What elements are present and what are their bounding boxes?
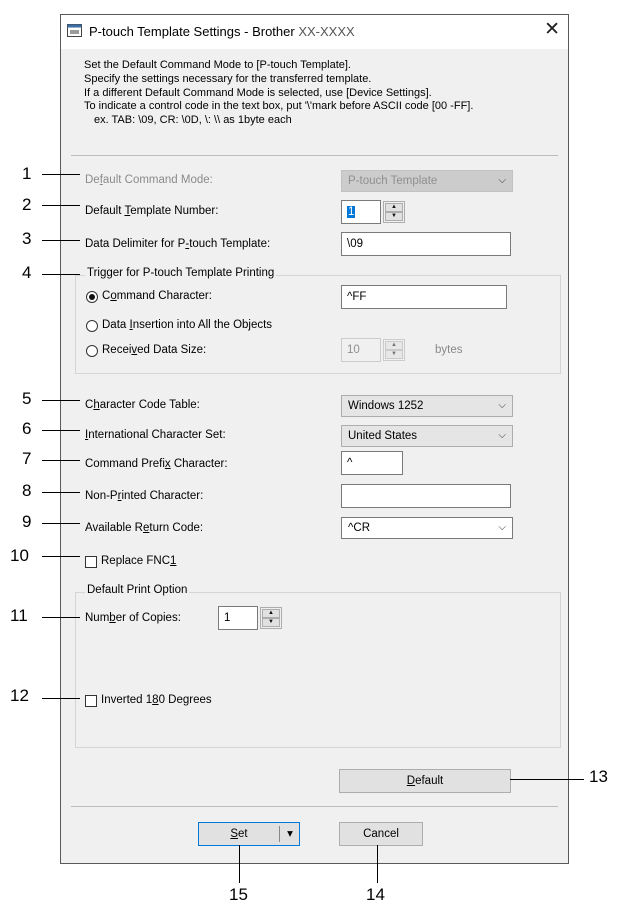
- callout-10: 10: [10, 546, 29, 565]
- spin-down-icon: ▼: [385, 350, 403, 359]
- spin-up-icon[interactable]: ▲: [262, 609, 280, 618]
- replace-fnc1-checkbox[interactable]: [85, 556, 97, 568]
- trigger-group-label: Trigger for P-touch Template Printing: [85, 267, 277, 279]
- default-command-mode-dropdown: P-touch Template ⌵: [341, 170, 513, 192]
- callout-line: [42, 460, 80, 461]
- title-bar: P-touch Template Settings - Brother XX-X…: [61, 15, 568, 49]
- printer-app-icon: [67, 24, 82, 37]
- instructions-text: Set the Default Command Mode to [P-touch…: [84, 59, 474, 127]
- callout-line: [42, 205, 80, 206]
- received-data-size-radio[interactable]: [86, 345, 98, 357]
- callout-1: 1: [22, 164, 32, 183]
- callout-line: [42, 430, 80, 431]
- callout-line: [42, 492, 80, 493]
- callout-line: [42, 400, 80, 401]
- chevron-down-icon: ⌵: [498, 522, 506, 533]
- command-character-radio[interactable]: [86, 291, 98, 303]
- ptouch-template-settings-dialog: P-touch Template Settings - Brother XX-X…: [60, 14, 569, 864]
- spin-down-icon[interactable]: ▼: [262, 618, 280, 627]
- separator: [71, 155, 558, 156]
- number-of-copies-input[interactable]: 1: [218, 606, 258, 630]
- template-number-spinner[interactable]: ▲ ▼: [383, 201, 405, 223]
- cancel-button[interactable]: Cancel: [339, 822, 423, 846]
- default-command-mode-label: Default Command Mode:: [85, 174, 213, 186]
- non-printed-character-label: Non-Printed Character:: [85, 490, 204, 502]
- chevron-down-icon: ⌵: [498, 430, 506, 441]
- command-prefix-character-label: Command Prefix Character:: [85, 458, 228, 470]
- character-code-table-label: Character Code Table:: [85, 399, 200, 411]
- callout-line: [510, 779, 584, 780]
- chevron-down-icon: ⌵: [498, 400, 506, 411]
- received-data-size-input: 10: [341, 338, 381, 362]
- callout-line: [42, 174, 80, 175]
- callout-8: 8: [22, 481, 32, 500]
- callout-line: [42, 698, 80, 699]
- callout-4: 4: [22, 263, 32, 282]
- character-code-table-dropdown[interactable]: Windows 1252 ⌵: [341, 395, 513, 417]
- callout-7: 7: [22, 449, 32, 468]
- number-of-copies-spinner[interactable]: ▲ ▼: [260, 607, 282, 629]
- spin-down-icon[interactable]: ▼: [385, 212, 403, 221]
- received-data-size-label: Received Data Size:: [102, 344, 207, 356]
- default-button[interactable]: Default: [339, 769, 511, 793]
- split-arrow-icon[interactable]: ▾: [282, 823, 298, 845]
- command-character-label: Command Character:: [102, 290, 212, 302]
- available-return-code-label: Available Return Code:: [85, 522, 204, 534]
- callout-2: 2: [22, 195, 32, 214]
- number-of-copies-label: Number of Copies:: [85, 612, 181, 624]
- callout-14: 14: [366, 885, 385, 904]
- callout-line: [42, 240, 80, 241]
- command-character-input[interactable]: ^FF: [341, 285, 507, 309]
- inverted-180-checkbox[interactable]: [85, 695, 97, 707]
- data-insertion-label: Data Insertion into All the Objects: [102, 319, 273, 331]
- spin-up-icon[interactable]: ▲: [385, 203, 403, 212]
- set-button[interactable]: Set ▾: [198, 822, 300, 846]
- separator: [71, 806, 558, 807]
- callout-12: 12: [10, 686, 29, 705]
- default-print-option-label: Default Print Option: [85, 584, 190, 596]
- callout-11: 11: [10, 606, 28, 625]
- data-delimiter-label: Data Delimiter for P-touch Template:: [85, 238, 271, 250]
- non-printed-character-input[interactable]: [341, 484, 511, 508]
- callout-15: 15: [229, 885, 248, 904]
- callout-13: 13: [589, 767, 608, 786]
- chevron-down-icon: ⌵: [498, 175, 506, 186]
- callout-3: 3: [22, 229, 32, 248]
- callout-line: [42, 556, 80, 557]
- data-insertion-radio[interactable]: [86, 320, 98, 332]
- window-title: P-touch Template Settings - Brother XX-X…: [89, 24, 355, 39]
- close-icon[interactable]: ✕: [544, 20, 560, 40]
- data-delimiter-input[interactable]: \09: [341, 232, 511, 256]
- callout-6: 6: [22, 419, 32, 438]
- international-character-set-dropdown[interactable]: United States ⌵: [341, 425, 513, 447]
- replace-fnc1-label: Replace FNC1: [101, 555, 177, 567]
- default-template-number-input[interactable]: 1: [341, 200, 381, 224]
- received-data-size-spinner: ▲ ▼: [383, 339, 405, 361]
- callout-line: [42, 523, 80, 524]
- callout-5: 5: [22, 389, 32, 408]
- command-prefix-character-input[interactable]: ^: [341, 451, 403, 475]
- inverted-180-label: Inverted 180 Degrees: [101, 694, 212, 706]
- callout-9: 9: [22, 512, 32, 531]
- callout-line: [42, 617, 80, 618]
- default-template-number-label: Default Template Number:: [85, 205, 219, 217]
- callout-line: [377, 845, 378, 883]
- callout-line: [239, 845, 240, 883]
- available-return-code-dropdown[interactable]: ^CR ⌵: [341, 517, 513, 539]
- spin-up-icon: ▲: [385, 341, 403, 350]
- callout-line: [42, 274, 80, 275]
- international-character-set-label: International Character Set:: [85, 429, 226, 441]
- bytes-unit-label: bytes: [435, 344, 463, 356]
